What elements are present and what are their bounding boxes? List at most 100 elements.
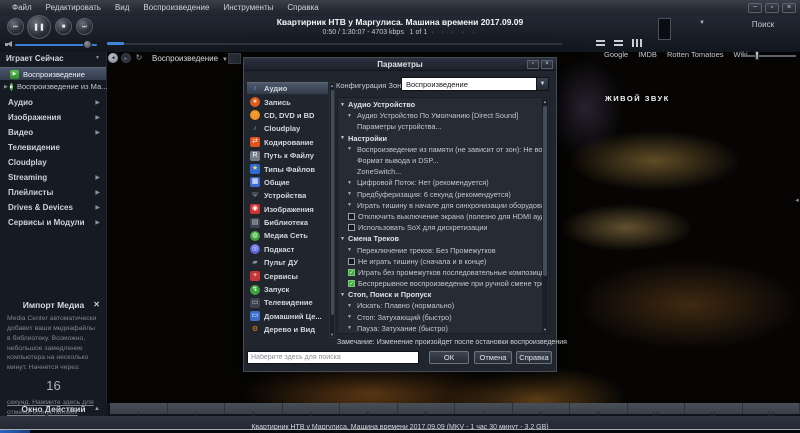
tree-item-13[interactable]: ▼Переключение треков: Без Промежутков — [338, 244, 543, 255]
sidebar-item-5[interactable]: Streaming▶ — [0, 170, 106, 185]
dropdown-chevron-icon[interactable]: ▼ — [347, 146, 357, 152]
refresh-icon[interactable]: ↻ — [134, 53, 144, 63]
dialog-title-bar[interactable]: Параметры ▫ × — [244, 58, 556, 71]
options-category-11[interactable]: ◍Медиа Сеть — [247, 229, 328, 242]
view-columns-icon[interactable] — [632, 39, 642, 47]
checkbox[interactable]: ✓ — [348, 269, 355, 276]
options-category-18[interactable]: ⚙Дерево и Вид — [247, 323, 328, 336]
seek-bar[interactable] — [107, 43, 562, 45]
web-link-2[interactable]: Rotten Tomatoes — [667, 50, 724, 59]
zoom-slider[interactable] — [741, 55, 796, 57]
tree-item-20[interactable]: ▼Пауза: Затухание (быстро) — [338, 323, 543, 334]
menu-item-2[interactable]: Вид — [108, 0, 136, 16]
dropdown-chevron-icon[interactable]: ▼ — [347, 202, 357, 208]
section-collapse-icon[interactable]: ▼ — [340, 236, 348, 242]
options-category-13[interactable]: ▰Пульт ДУ — [247, 256, 328, 269]
back-button[interactable]: ◄ — [108, 53, 118, 63]
web-link-1[interactable]: IMDB — [638, 50, 657, 59]
chevron-down-icon[interactable]: ▼ — [536, 78, 548, 90]
web-link-0[interactable]: Google — [604, 50, 628, 59]
view-options-button[interactable] — [228, 53, 241, 64]
options-category-5[interactable]: RПуть к Файлу — [247, 149, 328, 162]
timeline-segment-4[interactable]: 4 — [283, 403, 341, 414]
dropdown-chevron-icon[interactable]: ▼ — [347, 247, 357, 253]
options-category-2[interactable]: ◌CD, DVD и BD — [247, 109, 328, 122]
dropdown-chevron-icon[interactable]: ▼ — [347, 113, 357, 119]
previous-button[interactable]: ⏮ — [7, 18, 24, 35]
tree-item-16[interactable]: ✓Беспрерывное воспроизведение при ручной… — [338, 278, 543, 289]
dialog-search-input[interactable] — [247, 351, 419, 364]
tree-item-19[interactable]: ▼Стоп: Затухающий (быстро) — [338, 312, 543, 323]
section-collapse-icon[interactable]: ▼ — [340, 292, 348, 298]
dropdown-chevron-icon[interactable]: ▼ — [347, 303, 357, 309]
scroll-down-icon[interactable]: ▼ — [542, 327, 548, 332]
scroll-down-icon[interactable]: ▼ — [330, 332, 334, 337]
options-category-3[interactable]: ♪Cloudplay — [247, 122, 328, 135]
sidebar-item-now-playing[interactable]: Играет Сейчас ▼ — [0, 52, 106, 66]
timeline-segment-6[interactable]: 6 — [398, 403, 456, 414]
tree-item-9[interactable]: ▼Играть тишину в начале для синхронизаци… — [338, 200, 543, 211]
dropdown-chevron-icon[interactable]: ▼ — [347, 314, 357, 320]
dialog-close-button[interactable]: × — [541, 60, 553, 69]
minimize-button[interactable]: − — [748, 3, 762, 13]
tree-item-14[interactable]: Не играть тишину (сначала и в конце) — [338, 256, 543, 267]
checkbox[interactable]: ✓ — [348, 280, 355, 287]
sidebar-item-2[interactable]: Видео▶ — [0, 125, 106, 140]
scroll-up-icon[interactable]: ▲ — [330, 83, 334, 88]
timeline-segment-10[interactable]: 10 — [628, 403, 686, 414]
zone-config-select[interactable]: Воспроизведение ▼ — [401, 77, 549, 91]
tree-scrollbar[interactable]: ▲ ▼ — [542, 99, 548, 332]
scroll-thumb[interactable] — [331, 90, 335, 315]
timeline-segment-11[interactable]: 11 — [685, 403, 743, 414]
category-scrollbar[interactable]: ▲ ▼ — [329, 82, 335, 338]
checkbox[interactable] — [348, 213, 355, 220]
menu-item-1[interactable]: Редактировать — [39, 0, 108, 16]
sidebar-item-playback-from[interactable]: ▶ ▶ Воспроизведение из Ма... — [0, 80, 106, 93]
tree-item-11[interactable]: Использовать SoX для дискретизации — [338, 222, 543, 233]
tree-item-7[interactable]: ▼Цифровой Поток: Нет (рекомендуется) — [338, 177, 543, 188]
search-input[interactable]: Поиск — [733, 20, 793, 29]
sidebar-item-6[interactable]: Плейлисты▶ — [0, 185, 106, 200]
options-category-6[interactable]: ★Типы Файлов — [247, 162, 328, 175]
menu-item-4[interactable]: Инструменты — [216, 0, 280, 16]
pause-button[interactable]: ❚❚ — [27, 15, 51, 39]
view-rows-icon[interactable] — [614, 39, 623, 47]
video-thumbnail[interactable] — [658, 18, 671, 40]
options-category-10[interactable]: ▤Библиотека — [247, 216, 328, 229]
sidebar-item-1[interactable]: Изображения▶ — [0, 110, 106, 125]
sidebar-item-playback[interactable]: ▶ Воспроизведение — [0, 67, 106, 80]
dropdown-chevron-icon[interactable]: ▼ — [347, 325, 357, 331]
timeline-segment-12[interactable]: 12 — [743, 403, 800, 414]
timeline-segment-8[interactable]: 8 — [513, 403, 571, 414]
tree-item-4[interactable]: ▼Воспроизведение из памяти (не зависит о… — [338, 144, 543, 155]
timeline-ruler[interactable]: 123456789101112 — [110, 403, 800, 414]
view-list-icon[interactable] — [596, 39, 605, 47]
close-button[interactable]: × — [782, 3, 796, 13]
search-dropdown-arrow[interactable]: ▼ — [699, 20, 705, 26]
section-collapse-icon[interactable]: ▼ — [340, 102, 348, 108]
tree-item-5[interactable]: Формат вывода и DSP... — [338, 155, 543, 166]
tree-item-6[interactable]: ZoneSwitch... — [338, 166, 543, 177]
speaker-icon[interactable] — [5, 41, 13, 48]
help-button[interactable]: Справка — [516, 351, 552, 364]
maximize-button[interactable]: ▫ — [765, 3, 779, 13]
options-category-7[interactable]: ▦Общие — [247, 176, 328, 189]
cancel-button[interactable]: Отмена — [474, 351, 512, 364]
sidebar-item-7[interactable]: Drives & Devices▶ — [0, 200, 106, 215]
tree-item-18[interactable]: ▼Искать: Плавно (нормально) — [338, 300, 543, 311]
options-category-8[interactable]: ΨУстройства — [247, 189, 328, 202]
menu-item-5[interactable]: Справка — [280, 0, 325, 16]
ok-button[interactable]: ОК — [429, 351, 469, 364]
sidebar-item-8[interactable]: Сервисы и Модули▶ — [0, 215, 106, 230]
options-category-1[interactable]: ●Запись — [247, 95, 328, 108]
tree-item-15[interactable]: ✓Играть без промежутков последовательные… — [338, 267, 543, 278]
timeline-segment-2[interactable]: 2 — [168, 403, 226, 414]
rating-dots[interactable]: · · · · · — [431, 29, 477, 36]
sidebar-item-4[interactable]: Cloudplay — [0, 155, 106, 170]
menu-item-3[interactable]: Воспроизведение — [136, 0, 216, 16]
timeline-segment-1[interactable]: 1 — [110, 403, 168, 414]
dropdown-chevron-icon[interactable]: ▼ — [347, 191, 357, 197]
options-category-0[interactable]: ♪Аудио — [247, 82, 328, 95]
sidebar-collapse-arrow[interactable]: ◄ — [794, 198, 800, 204]
options-category-9[interactable]: ◉Изображения — [247, 203, 328, 216]
